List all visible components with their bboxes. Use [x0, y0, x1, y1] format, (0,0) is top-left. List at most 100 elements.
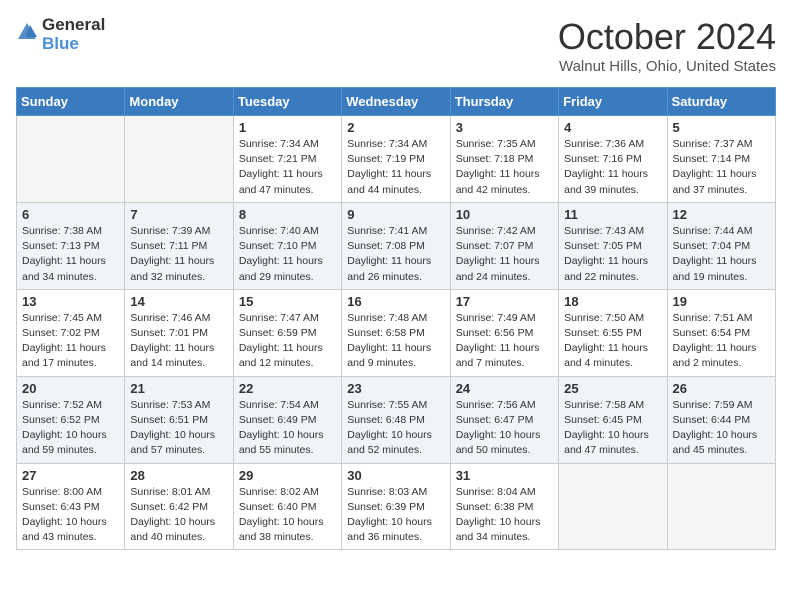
day-info: Sunrise: 8:01 AMSunset: 6:42 PMDaylight:… — [130, 485, 227, 546]
day-info: Sunrise: 8:02 AMSunset: 6:40 PMDaylight:… — [239, 485, 336, 546]
day-info: Sunrise: 7:39 AMSunset: 7:11 PMDaylight:… — [130, 224, 227, 285]
day-number: 8 — [239, 207, 336, 222]
calendar-cell: 29 Sunrise: 8:02 AMSunset: 6:40 PMDayligh… — [233, 463, 341, 550]
calendar-cell: 25 Sunrise: 7:58 AMSunset: 6:45 PMDayligh… — [559, 376, 667, 463]
day-info: Sunrise: 8:03 AMSunset: 6:39 PMDaylight:… — [347, 485, 444, 546]
day-number: 5 — [673, 120, 770, 135]
day-number: 19 — [673, 294, 770, 309]
day-number: 2 — [347, 120, 444, 135]
day-info: Sunrise: 7:36 AMSunset: 7:16 PMDaylight:… — [564, 137, 661, 198]
day-number: 3 — [456, 120, 553, 135]
day-number: 27 — [22, 468, 119, 483]
location-title: Walnut Hills, Ohio, United States — [558, 58, 776, 75]
day-info: Sunrise: 7:54 AMSunset: 6:49 PMDaylight:… — [239, 398, 336, 459]
calendar-week-row: 1Sunrise: 7:34 AMSunset: 7:21 PMDaylight… — [17, 116, 776, 203]
logo: General Blue — [16, 16, 105, 53]
day-info: Sunrise: 7:35 AMSunset: 7:18 PMDaylight:… — [456, 137, 553, 198]
weekday-header: Thursday — [450, 88, 558, 116]
calendar-cell: 14 Sunrise: 7:46 AMSunset: 7:01 PMDayligh… — [125, 289, 233, 376]
calendar-cell: 11 Sunrise: 7:43 AMSunset: 7:05 PMDayligh… — [559, 202, 667, 289]
calendar-week-row: 6 Sunrise: 7:38 AMSunset: 7:13 PMDaylight… — [17, 202, 776, 289]
day-info: Sunrise: 7:50 AMSunset: 6:55 PMDaylight:… — [564, 311, 661, 372]
logo-blue: Blue — [42, 35, 105, 54]
title-block: October 2024 Walnut Hills, Ohio, United … — [558, 16, 776, 75]
calendar-cell: 3 Sunrise: 7:35 AMSunset: 7:18 PMDaylight… — [450, 116, 558, 203]
calendar-cell: 19Sunrise: 7:51 AMSunset: 6:54 PMDayligh… — [667, 289, 775, 376]
day-info: Sunrise: 7:55 AMSunset: 6:48 PMDaylight:… — [347, 398, 444, 459]
day-number: 1 — [239, 120, 336, 135]
day-number: 14 — [130, 294, 227, 309]
day-number: 28 — [130, 468, 227, 483]
calendar-cell: 10Sunrise: 7:42 AMSunset: 7:07 PMDayligh… — [450, 202, 558, 289]
day-number: 16 — [347, 294, 444, 309]
day-info: Sunrise: 7:45 AMSunset: 7:02 PMDaylight:… — [22, 311, 119, 372]
calendar-cell: 9 Sunrise: 7:41 AMSunset: 7:08 PMDaylight… — [342, 202, 450, 289]
day-info: Sunrise: 7:58 AMSunset: 6:45 PMDaylight:… — [564, 398, 661, 459]
calendar-cell: 2Sunrise: 7:34 AMSunset: 7:19 PMDaylight… — [342, 116, 450, 203]
day-info: Sunrise: 7:40 AMSunset: 7:10 PMDaylight:… — [239, 224, 336, 285]
day-info: Sunrise: 8:04 AMSunset: 6:38 PMDaylight:… — [456, 485, 553, 546]
day-number: 29 — [239, 468, 336, 483]
day-number: 30 — [347, 468, 444, 483]
day-number: 20 — [22, 381, 119, 396]
day-number: 18 — [564, 294, 661, 309]
day-info: Sunrise: 7:38 AMSunset: 7:13 PMDaylight:… — [22, 224, 119, 285]
weekday-header: Friday — [559, 88, 667, 116]
day-info: Sunrise: 7:56 AMSunset: 6:47 PMDaylight:… — [456, 398, 553, 459]
day-info: Sunrise: 7:48 AMSunset: 6:58 PMDaylight:… — [347, 311, 444, 372]
weekday-header: Tuesday — [233, 88, 341, 116]
day-number: 10 — [456, 207, 553, 222]
calendar-cell: 8 Sunrise: 7:40 AMSunset: 7:10 PMDaylight… — [233, 202, 341, 289]
calendar-cell: 16 Sunrise: 7:48 AMSunset: 6:58 PMDayligh… — [342, 289, 450, 376]
calendar-cell: 20 Sunrise: 7:52 AMSunset: 6:52 PMDayligh… — [17, 376, 125, 463]
calendar-cell: 7 Sunrise: 7:39 AMSunset: 7:11 PMDaylight… — [125, 202, 233, 289]
calendar-cell: 28 Sunrise: 8:01 AMSunset: 6:42 PMDayligh… — [125, 463, 233, 550]
day-number: 26 — [673, 381, 770, 396]
day-number: 13 — [22, 294, 119, 309]
day-info: Sunrise: 7:52 AMSunset: 6:52 PMDaylight:… — [22, 398, 119, 459]
calendar-cell: 17Sunrise: 7:49 AMSunset: 6:56 PMDayligh… — [450, 289, 558, 376]
month-title: October 2024 — [558, 16, 776, 58]
day-number: 21 — [130, 381, 227, 396]
day-number: 11 — [564, 207, 661, 222]
weekday-header: Sunday — [17, 88, 125, 116]
calendar-week-row: 20 Sunrise: 7:52 AMSunset: 6:52 PMDayligh… — [17, 376, 776, 463]
day-info: Sunrise: 7:44 AMSunset: 7:04 PMDaylight:… — [673, 224, 770, 285]
day-number: 25 — [564, 381, 661, 396]
calendar-cell: 6 Sunrise: 7:38 AMSunset: 7:13 PMDaylight… — [17, 202, 125, 289]
calendar-week-row: 13 Sunrise: 7:45 AMSunset: 7:02 PMDayligh… — [17, 289, 776, 376]
calendar-week-row: 27Sunrise: 8:00 AMSunset: 6:43 PMDayligh… — [17, 463, 776, 550]
page-header: General Blue October 2024 Walnut Hills, … — [16, 16, 776, 75]
day-number: 12 — [673, 207, 770, 222]
calendar-cell: 12 Sunrise: 7:44 AMSunset: 7:04 PMDayligh… — [667, 202, 775, 289]
calendar-cell — [17, 116, 125, 203]
day-info: Sunrise: 7:46 AMSunset: 7:01 PMDaylight:… — [130, 311, 227, 372]
calendar-cell: 4 Sunrise: 7:36 AMSunset: 7:16 PMDaylight… — [559, 116, 667, 203]
day-info: Sunrise: 7:49 AMSunset: 6:56 PMDaylight:… — [456, 311, 553, 372]
day-number: 4 — [564, 120, 661, 135]
day-number: 24 — [456, 381, 553, 396]
calendar-cell: 30 Sunrise: 8:03 AMSunset: 6:39 PMDayligh… — [342, 463, 450, 550]
day-number: 15 — [239, 294, 336, 309]
calendar-cell: 15 Sunrise: 7:47 AMSunset: 6:59 PMDayligh… — [233, 289, 341, 376]
calendar-cell: 21 Sunrise: 7:53 AMSunset: 6:51 PMDayligh… — [125, 376, 233, 463]
day-info: Sunrise: 7:53 AMSunset: 6:51 PMDaylight:… — [130, 398, 227, 459]
day-info: Sunrise: 7:43 AMSunset: 7:05 PMDaylight:… — [564, 224, 661, 285]
day-number: 7 — [130, 207, 227, 222]
day-info: Sunrise: 7:47 AMSunset: 6:59 PMDaylight:… — [239, 311, 336, 372]
calendar-header-row: SundayMondayTuesdayWednesdayThursdayFrid… — [17, 88, 776, 116]
calendar-cell: 5Sunrise: 7:37 AMSunset: 7:14 PMDaylight… — [667, 116, 775, 203]
logo-general: General — [42, 16, 105, 35]
weekday-header: Wednesday — [342, 88, 450, 116]
day-number: 6 — [22, 207, 119, 222]
calendar-cell: 13 Sunrise: 7:45 AMSunset: 7:02 PMDayligh… — [17, 289, 125, 376]
calendar-body: 1Sunrise: 7:34 AMSunset: 7:21 PMDaylight… — [17, 116, 776, 550]
day-number: 9 — [347, 207, 444, 222]
calendar-cell — [667, 463, 775, 550]
calendar-cell — [125, 116, 233, 203]
calendar-cell: 18 Sunrise: 7:50 AMSunset: 6:55 PMDayligh… — [559, 289, 667, 376]
calendar-cell — [559, 463, 667, 550]
day-info: Sunrise: 7:41 AMSunset: 7:08 PMDaylight:… — [347, 224, 444, 285]
calendar-cell: 31Sunrise: 8:04 AMSunset: 6:38 PMDayligh… — [450, 463, 558, 550]
calendar-cell: 26Sunrise: 7:59 AMSunset: 6:44 PMDayligh… — [667, 376, 775, 463]
